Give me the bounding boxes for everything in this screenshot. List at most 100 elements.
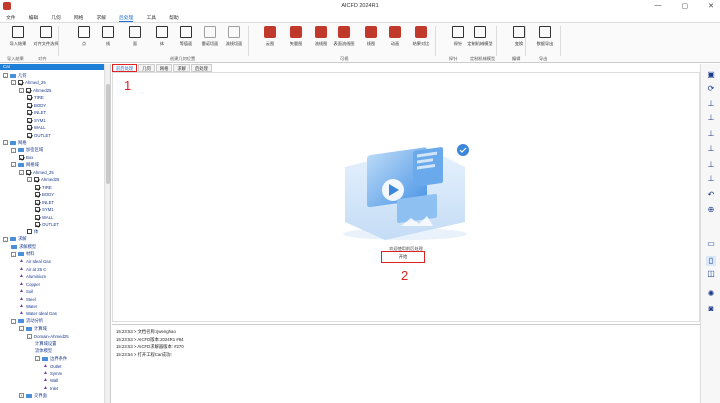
tree-node[interactable]: INLET: [35, 199, 54, 206]
rotate-icon[interactable]: ⟳: [706, 84, 716, 94]
expand-toggle-icon[interactable]: -: [3, 73, 8, 78]
tree-node[interactable]: - Ahmed25: [27, 176, 59, 183]
tree-node[interactable]: ▲ Aluminium: [19, 273, 46, 280]
tree-node[interactable]: - 网格: [3, 139, 27, 146]
tree-node[interactable]: - 流动分析: [11, 318, 43, 325]
axis-neg-x-icon[interactable]: ⊥: [706, 144, 716, 154]
visibility-checkbox[interactable]: [35, 214, 40, 220]
zoom-icon[interactable]: ⊕: [706, 205, 716, 215]
tab-2[interactable]: 网格: [155, 64, 173, 72]
axis-y-icon[interactable]: ⊥: [706, 113, 716, 123]
close-button[interactable]: ✕: [708, 2, 714, 10]
visibility-checkbox[interactable]: [27, 95, 32, 101]
ribbon-button-15[interactable]: 结果对比: [407, 26, 435, 47]
ribbon-button-8[interactable]: 流线切面: [220, 26, 248, 47]
axis-x-icon[interactable]: ⊥: [706, 99, 716, 109]
ribbon-button-10[interactable]: 矢量图: [282, 26, 310, 47]
tree-node[interactable]: - 计算域: [19, 325, 47, 332]
ribbon-button-17[interactable]: 定制机械模型: [466, 26, 494, 47]
tree-node[interactable]: - Ahmed_25: [11, 79, 46, 86]
axis-neg-z-icon[interactable]: ⊥: [706, 174, 716, 184]
tree-node[interactable]: ▲ Water Ideal Gas: [19, 310, 57, 317]
expand-toggle-icon[interactable]: -: [11, 147, 16, 153]
ribbon-button-3[interactable]: 线: [94, 26, 122, 47]
visibility-checkbox[interactable]: [35, 192, 40, 198]
expand-toggle-icon[interactable]: -: [11, 162, 16, 168]
ribbon-button-14[interactable]: 动画: [381, 26, 409, 47]
expand-toggle-icon[interactable]: -: [19, 169, 24, 175]
measure-icon[interactable]: ▯: [706, 256, 716, 266]
expand-toggle-icon[interactable]: -: [19, 326, 24, 332]
tree-node[interactable]: - 边界条件: [35, 355, 67, 362]
visibility-checkbox[interactable]: [35, 199, 40, 205]
minimize-button[interactable]: —: [655, 2, 662, 10]
fit-view-icon[interactable]: ▣: [706, 70, 716, 80]
tree-node[interactable]: ▲ Copper: [19, 281, 40, 288]
visibility-checkbox[interactable]: [35, 184, 40, 190]
undo-view-icon[interactable]: ↶: [706, 190, 716, 200]
tree-node[interactable]: WALL: [35, 214, 54, 221]
tree-scrollbar[interactable]: [104, 64, 110, 403]
tree-node[interactable]: 求解模型: [11, 243, 36, 250]
tree-node[interactable]: ▲ Symm: [43, 370, 62, 377]
tab-1[interactable]: 几何: [138, 64, 155, 72]
maximize-button[interactable]: ▢: [682, 2, 689, 10]
tree-node[interactable]: ▲ Soil: [19, 288, 33, 295]
tree-node[interactable]: WALL: [27, 124, 46, 131]
menu-item-0[interactable]: 文件: [6, 14, 16, 21]
expand-toggle-icon[interactable]: -: [11, 318, 16, 324]
tab-0[interactable]: 前后处理: [112, 64, 138, 72]
visibility-checkbox[interactable]: [26, 169, 31, 175]
tab-3[interactable]: 求解: [173, 64, 190, 72]
tree-node[interactable]: ▲ Outlet: [43, 363, 61, 370]
tree-node[interactable]: OUTLET: [35, 221, 59, 228]
expand-toggle-icon[interactable]: +: [19, 393, 24, 399]
tree-node[interactable]: BODY: [35, 191, 54, 198]
visibility-checkbox[interactable]: [27, 110, 32, 116]
ribbon-button-4[interactable]: 面: [121, 26, 149, 47]
visibility-checkbox[interactable]: [26, 87, 31, 93]
menu-item-4[interactable]: 求解: [96, 14, 106, 21]
ribbon-button-9[interactable]: 云图: [256, 26, 284, 47]
tree-node[interactable]: - Ahmed25: [19, 87, 51, 94]
layer-icon[interactable]: ◫: [706, 269, 716, 279]
menu-item-5[interactable]: 后处理: [119, 14, 134, 22]
tree-node[interactable]: OUTLET: [27, 132, 51, 139]
menu-item-1[interactable]: 编辑: [29, 14, 39, 21]
tree-node[interactable]: Box: [19, 154, 33, 161]
tree-node[interactable]: - 材料: [11, 251, 35, 258]
tab-4[interactable]: 后处理: [190, 64, 212, 72]
visibility-checkbox[interactable]: [27, 132, 32, 138]
scrollbar-thumb[interactable]: [106, 84, 110, 184]
expand-toggle-icon[interactable]: -: [19, 87, 24, 93]
menu-item-6[interactable]: 工具: [146, 14, 156, 21]
ribbon-button-18[interactable]: 变换: [505, 26, 533, 47]
tree-node[interactable]: ▲ Water: [19, 303, 37, 310]
visibility-checkbox[interactable]: [18, 80, 23, 86]
visibility-checkbox[interactable]: [27, 125, 32, 131]
tree-node[interactable]: - 求解: [3, 236, 27, 243]
ribbon-button-1[interactable]: 对齐文件选择: [32, 26, 60, 47]
tree-node[interactable]: - Domain-Ahmed25: [27, 333, 69, 340]
ribbon-button-19[interactable]: 数据导出: [531, 26, 559, 47]
visibility-checkbox[interactable]: [35, 222, 40, 227]
axis-neg-y-icon[interactable]: ⊥: [706, 160, 716, 170]
visibility-checkbox[interactable]: [27, 102, 32, 108]
expand-toggle-icon[interactable]: -: [11, 251, 16, 257]
tree-node[interactable]: TIRE: [35, 184, 52, 191]
expand-toggle-icon[interactable]: -: [27, 177, 32, 183]
expand-toggle-icon[interactable]: -: [35, 356, 40, 362]
expand-toggle-icon[interactable]: -: [11, 80, 16, 86]
tree-node[interactable]: ▲ Wall: [43, 377, 58, 384]
menu-item-7[interactable]: 帮助: [169, 14, 179, 21]
visibility-checkbox[interactable]: [35, 207, 40, 213]
palette-icon[interactable]: ✺: [706, 289, 716, 299]
visibility-checkbox[interactable]: [27, 117, 32, 123]
tree-node[interactable]: ▲ Steel: [19, 296, 36, 303]
visibility-checkbox[interactable]: [34, 177, 39, 183]
tree-node[interactable]: BODY: [27, 102, 46, 109]
ruler-icon[interactable]: ▭: [706, 239, 716, 249]
camera-icon[interactable]: ◙: [706, 304, 716, 314]
tree-node[interactable]: SYM1: [27, 117, 46, 124]
expand-toggle-icon[interactable]: -: [3, 140, 8, 146]
